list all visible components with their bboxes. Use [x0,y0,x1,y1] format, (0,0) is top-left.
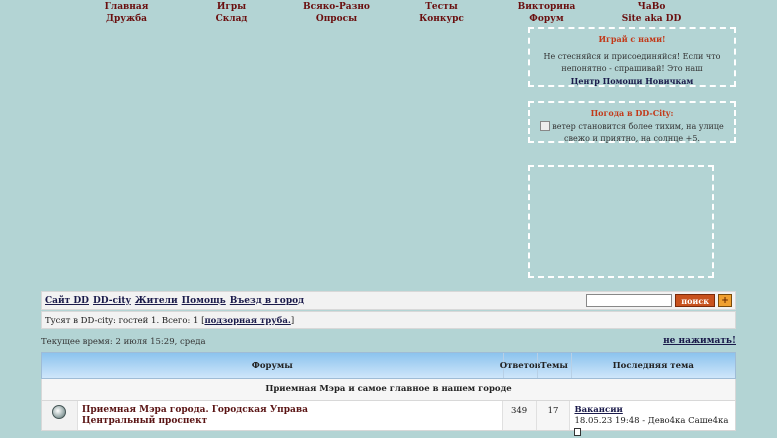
nav-link-friendship[interactable]: Дружба [74,14,179,26]
header-replies: Ответов [500,353,541,378]
top-navigation: Главная Игры Всяко-Разно Тесты Викторина… [0,2,777,26]
nav-link-site-aka-dd[interactable]: Site aka DD [599,14,704,26]
search-area: поиск + [586,294,732,307]
help-box-text: Не стесняйся и присоединяйся! Если что н… [534,51,730,88]
help-box-body: Не стесняйся и присоединяйся! Если что н… [543,52,721,73]
nav-link-forum[interactable]: Форум [494,14,599,26]
top-nav-row-2: Дружба Склад Опросы Конкурс Форум Site a… [0,14,777,26]
last-topic-meta: 18.05.23 19:48 - Дево4ка Саше4ка [574,416,729,426]
nav-link-storage[interactable]: Склад [179,14,284,26]
navbar-link-site-dd[interactable]: Сайт DD [45,296,89,306]
plus-button[interactable]: + [718,294,732,307]
header-topics: Темы [536,353,571,378]
header-last-topic: Последняя тема [570,353,736,378]
top-nav-row-1: Главная Игры Всяко-Разно Тесты Викторина… [0,2,777,14]
current-time: Текущее время: 2 июля 15:29, среда [41,337,206,347]
navbar-link-dd-city[interactable]: DD-city [93,296,131,306]
forum-row: Приемная Мэра города. Городская Управа Ц… [41,401,736,436]
help-center-link[interactable]: Центр Помощи Новичкам [571,76,694,86]
last-topic-link[interactable]: Вакансии [574,405,731,416]
nav-link-misc[interactable]: Всяко-Разно [284,2,389,14]
navbar-link-residents[interactable]: Жители [135,296,178,306]
nav-link-quiz[interactable]: Викторина [494,2,599,14]
forum-table-header: Форумы Ответов Темы Последняя тема [41,352,736,379]
help-box: Играй с нами! Не стесняйся и присоединяй… [528,27,736,87]
online-text-end: ] [290,316,295,326]
nav-link-faq[interactable]: ЧаВо [599,2,704,14]
search-input[interactable] [586,294,673,307]
weather-text: ветер становится более тихим, на улице с… [530,121,734,145]
forum-replies-count: 349 [502,401,537,430]
do-not-press-link[interactable]: не нажимать! [663,336,736,346]
search-button[interactable]: поиск [675,294,715,307]
online-text: Тусят в DD-city: гостей 1. Всего: 1 [ [45,316,205,326]
empty-ad-box [528,165,714,278]
weather-description: ветер становится более тихим, на улице с… [552,122,724,143]
navbar-link-login[interactable]: Въезд в город [230,296,304,306]
forum-table: Форумы Ответов Темы Последняя тема Прием… [41,352,736,436]
forum-navbar: Сайт DD DD-city Жители Помощь Въезд в го… [41,291,736,310]
header-forums: Форумы [251,360,293,371]
forum-status-icon [52,405,67,419]
broken-image-icon [540,121,551,131]
online-users-bar: Тусят в DD-city: гостей 1. Всего: 1 [под… [41,311,736,329]
help-box-title: Играй с нами! [598,34,666,44]
forum-topics-count: 17 [536,401,571,430]
nav-link-polls[interactable]: Опросы [284,14,389,26]
forum-title-link[interactable]: Приемная Мэра города. Городская Управа [82,405,498,416]
nav-link-contest[interactable]: Конкурс [389,14,494,26]
go-to-post-icon[interactable] [574,427,582,436]
nav-link-home[interactable]: Главная [74,2,179,14]
nav-link-games[interactable]: Игры [179,2,284,14]
spyglass-link[interactable]: подзорная труба. [204,316,290,326]
nav-link-tests[interactable]: Тесты [389,2,494,14]
weather-box-title: Погода в DD-City: [590,108,674,118]
forum-nav-links: Сайт DD DD-city Жители Помощь Въезд в го… [45,296,304,306]
navbar-link-help[interactable]: Помощь [182,296,226,306]
weather-box: Погода в DD-City: ветер становится более… [528,101,736,143]
category-row[interactable]: Приемная Мэра и самое главное в нашем го… [41,379,736,401]
subforum-link[interactable]: Центральный проспект [82,416,498,427]
